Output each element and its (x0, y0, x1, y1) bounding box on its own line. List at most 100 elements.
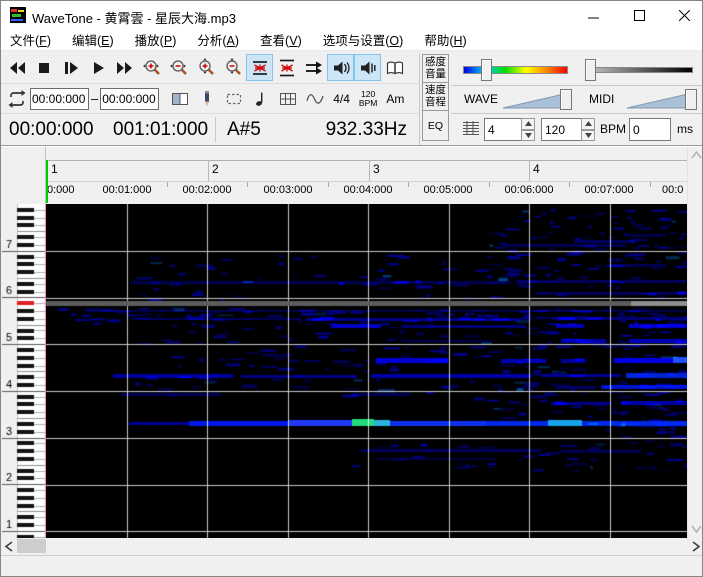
wave-volume-wedge[interactable] (503, 92, 565, 110)
split-view-icon (170, 89, 190, 109)
maximize-button[interactable] (619, 1, 659, 29)
beats-per-measure-input[interactable] (484, 118, 522, 141)
loop-range-button[interactable] (3, 85, 30, 112)
manual-book-icon (385, 58, 405, 78)
titlebar[interactable]: WaveTone - 黄霄雲 - 星辰大海.mp3 (1, 1, 703, 29)
tab-speed-pitch[interactable]: 速度 音程 (422, 82, 449, 111)
second-tick (167, 182, 168, 187)
fast-forward-button[interactable] (111, 54, 138, 81)
loop-range-icon (7, 89, 27, 109)
wave-audio-output-button[interactable] (327, 54, 354, 81)
spectrogram-canvas[interactable] (46, 204, 687, 538)
zoom-in-vertical-icon (196, 58, 216, 78)
maximize-icon (634, 10, 645, 21)
tab-label: 音程 (423, 96, 448, 108)
note-input-button[interactable] (247, 85, 274, 112)
chevron-right-icon[interactable] (692, 541, 700, 552)
vertical-scrollbar[interactable] (687, 147, 703, 538)
stop-icon (34, 58, 54, 78)
measure-number: 1 (51, 162, 58, 176)
midi-volume-label: MIDI (589, 92, 614, 106)
second-tick (408, 182, 409, 187)
beats-down-button[interactable] (521, 130, 535, 142)
horizontal-scrollbar[interactable] (1, 538, 703, 554)
stop-button[interactable] (30, 54, 57, 81)
rewind-button[interactable] (3, 54, 30, 81)
second-tick (247, 182, 248, 187)
midi-volume-thumb[interactable] (685, 89, 697, 110)
menu-e[interactable]: 编辑(E) (63, 27, 126, 52)
offset-ms-input[interactable] (629, 118, 671, 141)
time-label: 00:03:000 (264, 184, 313, 196)
second-tick (650, 182, 651, 187)
staff-grid-icon (461, 118, 481, 138)
manual-book-button[interactable] (381, 54, 408, 81)
chevron-down-icon[interactable] (691, 525, 702, 533)
measure-tick (529, 161, 530, 181)
measure-number: 3 (373, 162, 380, 176)
close-button[interactable] (664, 1, 703, 29)
tab-sensitivity-volume[interactable]: 感度 音量 (422, 54, 449, 83)
chevron-left-icon[interactable] (5, 541, 13, 552)
tempo-up-button[interactable] (581, 118, 595, 130)
selection-rect-button[interactable] (220, 85, 247, 112)
range-separator: – (91, 91, 98, 106)
grid-table-button[interactable] (274, 85, 301, 112)
spin-down-icon (585, 133, 592, 138)
close-icon (679, 10, 690, 21)
compress-rows-icon (250, 58, 270, 78)
waveform-view-button[interactable] (301, 85, 328, 112)
playhead-cursor[interactable] (46, 160, 48, 203)
spin-up-icon (585, 121, 592, 126)
tempo-unit: BPM (359, 99, 377, 108)
tempo-input[interactable] (541, 118, 582, 141)
loop-start-field[interactable] (30, 88, 89, 110)
spectrum-color-slider-thumb[interactable] (481, 59, 492, 81)
menubar: 文件(F)编辑(E)播放(P)分析(A)查看(V)选项与设置(O)帮助(H) (1, 29, 703, 51)
wave-volume-thumb[interactable] (560, 89, 572, 110)
selection-rect-icon (224, 89, 244, 109)
minimize-icon (588, 10, 599, 21)
beats-up-button[interactable] (521, 118, 535, 130)
wave-volume-label: WAVE (464, 92, 498, 106)
tab-eq[interactable]: EQ (422, 110, 449, 141)
chevron-up-icon[interactable] (691, 151, 702, 159)
play-icon (88, 58, 108, 78)
tab-label: 感度 (423, 56, 448, 68)
minimize-button[interactable] (573, 1, 613, 29)
pencil-edit-button[interactable] (193, 85, 220, 112)
scrollbar-thumb[interactable] (17, 539, 46, 553)
midi-volume-wedge[interactable] (627, 92, 689, 110)
menu-v[interactable]: 查看(V) (251, 27, 314, 52)
menu-p[interactable]: 播放(P) (126, 27, 189, 52)
second-tick (328, 182, 329, 187)
menu-f[interactable]: 文件(F) (1, 27, 63, 52)
loop-end-field[interactable] (100, 88, 159, 110)
spin-up-icon (525, 121, 532, 126)
zoom-out-vertical-button[interactable] (219, 54, 246, 81)
menu-o[interactable]: 选项与设置(O) (314, 27, 416, 52)
spectrum-color-slider-track[interactable] (463, 66, 568, 74)
zoom-out-vertical-icon (223, 58, 243, 78)
midi-audio-output-button[interactable] (354, 54, 381, 81)
menu-a[interactable]: 分析(A) (188, 27, 251, 52)
gray-scale-slider-track[interactable] (593, 67, 693, 73)
compress-rows-button[interactable] (246, 54, 273, 81)
tempo-display[interactable]: 120BPM (359, 90, 377, 107)
tempo-down-button[interactable] (581, 130, 595, 142)
status-readout: 00:00:000 001:01:000 A#5 932.33Hz (1, 114, 419, 145)
time-signature-display[interactable]: 4/4 (333, 92, 350, 106)
zoom-out-horizontal-button[interactable] (165, 54, 192, 81)
zoom-in-horizontal-button[interactable] (138, 54, 165, 81)
expand-rows-button[interactable] (273, 54, 300, 81)
menu-h[interactable]: 帮助(H) (415, 27, 478, 52)
follow-playback-button[interactable] (300, 54, 327, 81)
split-view-button[interactable] (166, 85, 193, 112)
key-signature-display[interactable]: Am (386, 92, 404, 106)
play-button[interactable] (84, 54, 111, 81)
gray-scale-slider-thumb[interactable] (585, 59, 596, 81)
piano-keyboard[interactable] (2, 204, 46, 538)
step-play-button[interactable] (57, 54, 84, 81)
note-input-icon (251, 89, 271, 109)
zoom-in-vertical-button[interactable] (192, 54, 219, 81)
